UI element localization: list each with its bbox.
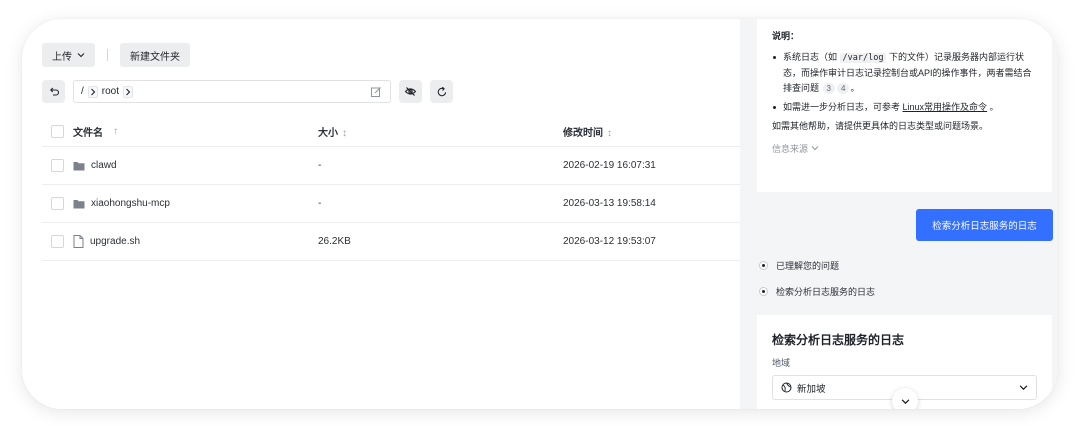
note-bullet: 系统日志（如 /var/log 下的文件）记录服务器内部运行状态，而操作审计日志…	[772, 50, 1037, 96]
code-span: /var/log	[839, 53, 887, 63]
citation-badge[interactable]: 3	[822, 83, 835, 94]
chevron-down-icon	[77, 53, 85, 58]
note-title: 说明：	[772, 31, 800, 41]
file-toolbar: 上传 新建文件夹	[42, 43, 190, 67]
new-folder-button[interactable]: 新建文件夹	[120, 43, 190, 67]
file-size: -	[318, 160, 322, 171]
file-modified: 2026-02-19 16:07:31	[563, 160, 656, 171]
sort-arrow-icon: ↕	[607, 128, 612, 139]
scroll-down-button[interactable]	[892, 388, 918, 409]
file-size: -	[318, 198, 322, 209]
table-row[interactable]: clawd - 2026-02-19 16:07:31	[42, 147, 740, 185]
refresh-icon	[437, 86, 446, 96]
table-row[interactable]: upgrade.sh 26.2KB 2026-03-12 19:53:07	[42, 223, 740, 261]
row-checkbox[interactable]	[51, 159, 64, 172]
path-root[interactable]: /	[81, 86, 84, 97]
eye-off-icon	[404, 87, 417, 96]
card-title: 检索分析日志服务的日志	[772, 333, 905, 347]
file-modified: 2026-03-12 19:53:07	[563, 236, 656, 247]
file-name[interactable]: upgrade.sh	[90, 236, 140, 247]
chevron-right-icon[interactable]	[87, 85, 98, 98]
file-table: 文件名 ↑ 大小 ↕ 修改时间 ↕ clawd - 2026-02-19 16:07:…	[42, 117, 740, 261]
help-text: 如需其他帮助，请提供更具体的日志类型或问题场景。	[772, 121, 989, 131]
file-name[interactable]: clawd	[91, 160, 117, 171]
citation-badge[interactable]: 4	[836, 83, 850, 94]
header-name[interactable]: 文件名 ↑	[73, 124, 318, 139]
progress-step: 检索分析日志服务的日志	[759, 285, 875, 298]
app-window: 上传 新建文件夹 / root 文件名 ↑ 大小 ↕ 修改时间 ↕ clawd …	[22, 19, 1058, 409]
folder-icon	[73, 199, 85, 208]
progress-step: 已理解您的问题	[759, 259, 839, 272]
assistant-panel: 说明： 系统日志（如 /var/log 下的文件）记录服务器内部运行状态，而操作…	[740, 19, 1058, 409]
search-logs-button[interactable]: 检索分析日志服务的日志	[916, 209, 1053, 241]
source-toggle[interactable]: 信息来源	[772, 142, 1037, 157]
sort-arrow-icon: ↕	[342, 128, 347, 139]
back-button[interactable]	[42, 80, 65, 103]
edit-icon[interactable]	[370, 86, 382, 98]
sort-arrow-icon: ↑	[113, 126, 118, 137]
doc-link[interactable]: Linux常用操作及命令	[903, 102, 988, 112]
file-name[interactable]: xiaohongshu-mcp	[91, 198, 170, 209]
file-manager: 上传 新建文件夹 / root 文件名 ↑ 大小 ↕ 修改时间 ↕ clawd …	[22, 19, 740, 409]
table-row[interactable]: xiaohongshu-mcp - 2026-03-13 19:58:14	[42, 185, 740, 223]
chevron-right-icon[interactable]	[123, 85, 134, 98]
select-all-checkbox[interactable]	[51, 125, 64, 138]
upload-button[interactable]: 上传	[42, 43, 95, 67]
chevron-down-icon	[811, 146, 818, 151]
step-dot	[759, 287, 768, 296]
chevron-down-icon	[901, 398, 909, 404]
toolbar-divider	[107, 49, 108, 61]
new-folder-label: 新建文件夹	[130, 51, 180, 63]
answer-card: 说明： 系统日志（如 /var/log 下的文件）记录服务器内部运行状态，而操作…	[757, 19, 1052, 192]
folder-icon	[73, 161, 85, 170]
upload-label: 上传	[52, 51, 72, 63]
globe-icon	[781, 382, 792, 393]
file-size: 26.2KB	[318, 236, 351, 247]
file-modified: 2026-03-13 19:58:14	[563, 198, 656, 209]
back-icon	[49, 87, 59, 96]
table-header: 文件名 ↑ 大小 ↕ 修改时间 ↕	[42, 117, 740, 147]
path-bar: / root	[42, 80, 453, 103]
toggle-hidden-button[interactable]	[399, 80, 422, 103]
note-bullet: 如需进一步分析日志，可参考 Linux常用操作及命令 。	[772, 100, 1037, 115]
header-modified[interactable]: 修改时间 ↕	[563, 124, 740, 139]
chevron-down-icon	[1019, 385, 1028, 391]
file-icon	[73, 235, 84, 248]
step-dot	[759, 261, 768, 270]
row-checkbox[interactable]	[51, 197, 64, 210]
region-value: 新加坡	[797, 383, 826, 395]
path-segment-root[interactable]: root	[102, 86, 119, 97]
row-checkbox[interactable]	[51, 235, 64, 248]
region-label: 地域	[772, 358, 791, 368]
path-input[interactable]: / root	[73, 80, 391, 103]
header-size[interactable]: 大小 ↕	[318, 124, 563, 139]
refresh-button[interactable]	[430, 80, 453, 103]
